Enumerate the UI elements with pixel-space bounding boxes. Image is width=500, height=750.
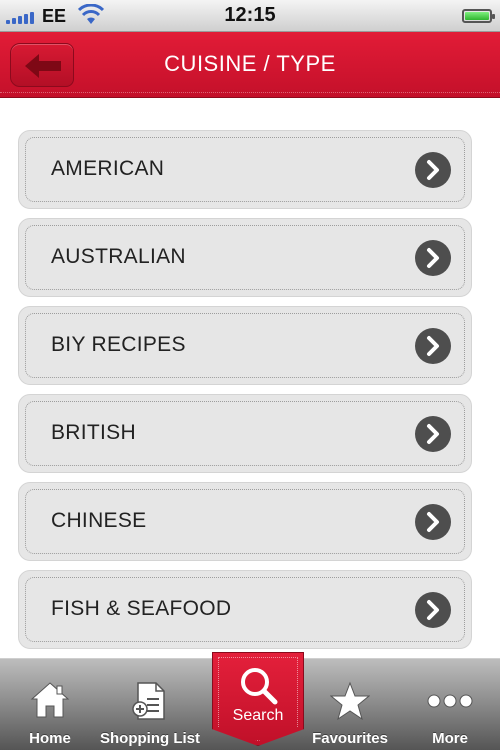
chevron-right-icon: [415, 328, 451, 364]
list-item[interactable]: FISH & SEAFOOD: [18, 570, 472, 649]
star-icon: [330, 681, 370, 721]
home-icon: [30, 682, 70, 718]
list-item[interactable]: AMERICAN: [18, 130, 472, 209]
chevron-right-icon: [415, 240, 451, 276]
list-item-label: AMERICAN: [51, 157, 165, 180]
tab-label: Favourites: [312, 730, 388, 747]
list-item[interactable]: BIY RECIPES: [18, 306, 472, 385]
list-item[interactable]: CHINESE: [18, 482, 472, 561]
clock: 12:15: [224, 4, 276, 26]
tab-label: More: [432, 730, 468, 747]
list-item-label: CHINESE: [51, 509, 147, 532]
tab-label: Home: [29, 730, 71, 747]
tab-label: Shopping List: [100, 730, 200, 747]
list-item[interactable]: AUSTRALIAN: [18, 218, 472, 297]
battery-icon: [462, 9, 495, 23]
search-icon: [241, 668, 278, 705]
tab-shopping-list[interactable]: Shopping List: [100, 659, 200, 750]
chevron-right-icon: [415, 416, 451, 452]
list-item-label: FISH & SEAFOOD: [51, 597, 232, 620]
shopping-list-icon: [132, 682, 165, 720]
status-bar: EE 12:15: [0, 0, 500, 32]
nav-bar: CUISINE / TYPE: [0, 32, 500, 98]
list-item-label: BRITISH: [51, 421, 136, 444]
tab-search[interactable]: Search: [212, 652, 304, 746]
chevron-right-icon: [415, 504, 451, 540]
chevron-right-icon: [415, 592, 451, 628]
tab-label: Search: [232, 707, 284, 724]
tab-more[interactable]: More: [410, 659, 490, 750]
list-item-label: BIY RECIPES: [51, 333, 186, 356]
tab-favourites[interactable]: Favourites: [305, 659, 395, 750]
list-item[interactable]: BRITISH: [18, 394, 472, 473]
tab-home[interactable]: Home: [8, 659, 92, 750]
page-title: CUISINE / TYPE: [164, 51, 336, 76]
more-icon: [427, 694, 473, 708]
cuisine-list: AMERICAN AUSTRALIAN BIY RECIPES BRITISH …: [18, 130, 472, 658]
chevron-right-icon: [415, 152, 451, 188]
list-item-label: AUSTRALIAN: [51, 245, 186, 268]
